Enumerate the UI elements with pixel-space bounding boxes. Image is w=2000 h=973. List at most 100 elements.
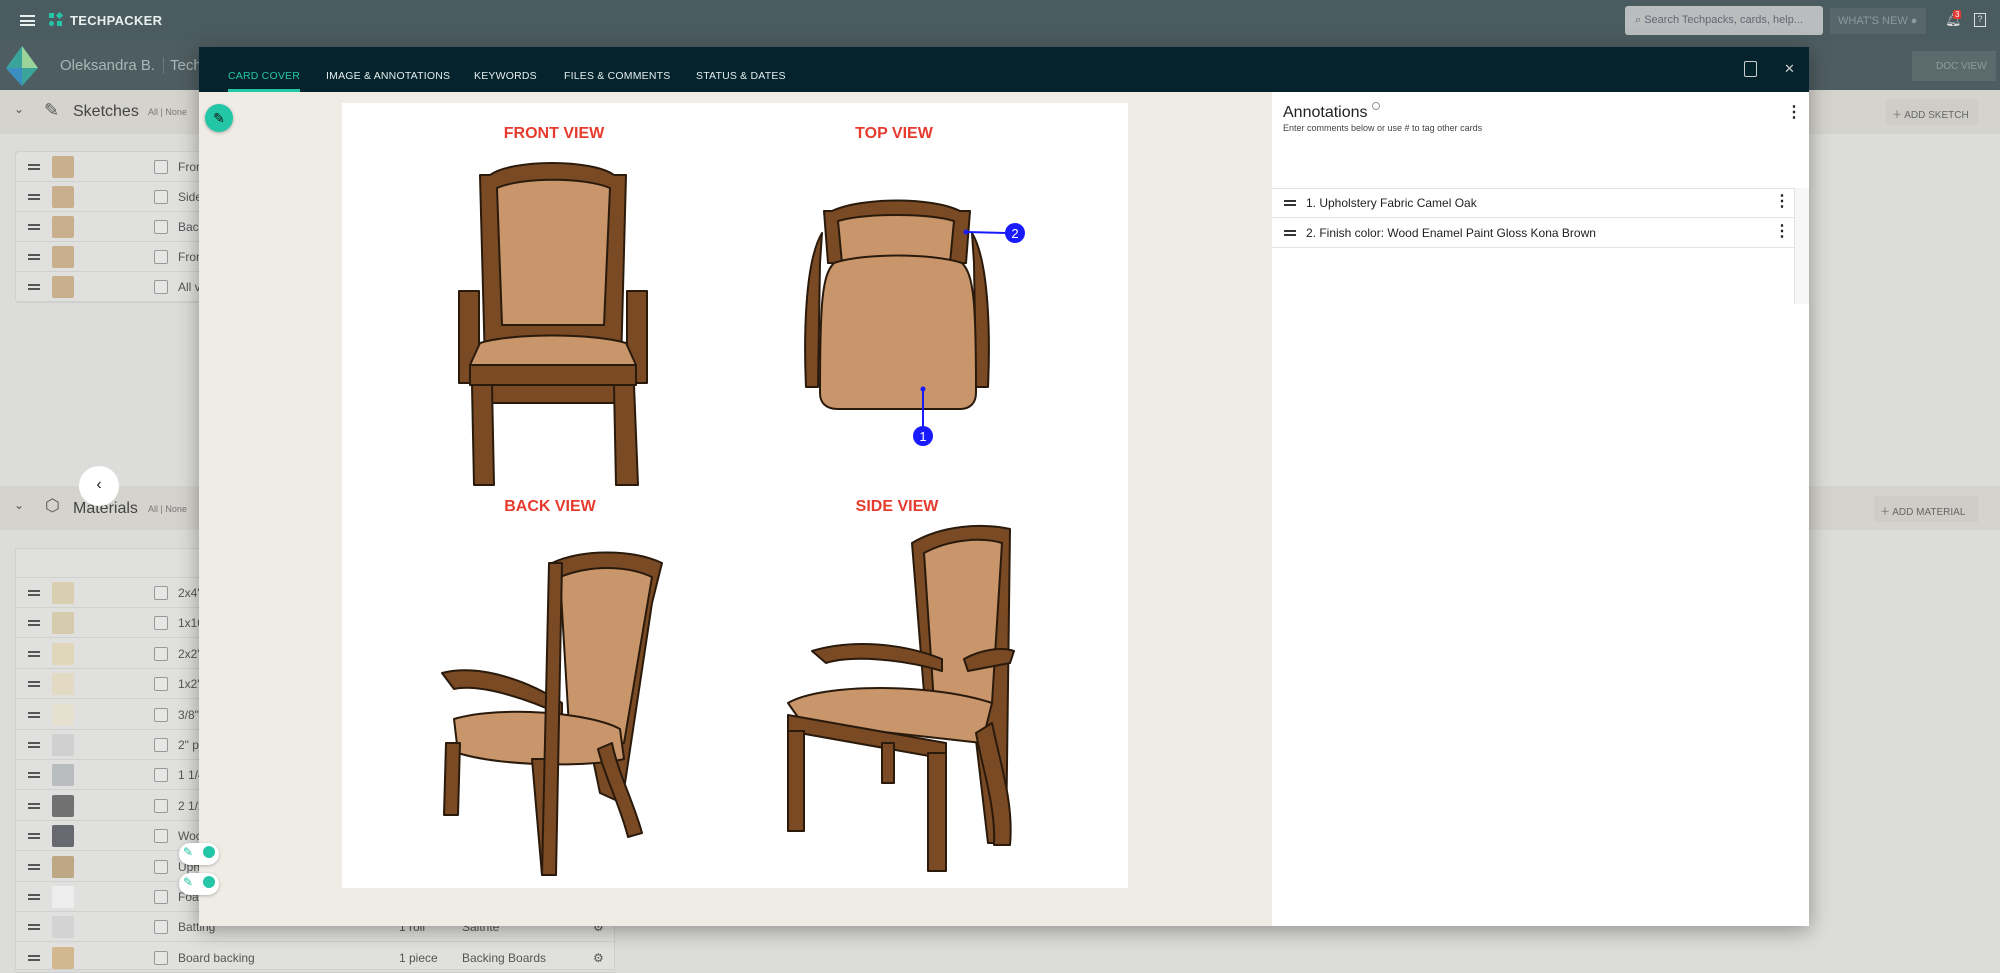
drag-handle-icon[interactable] [28,711,40,718]
tab-files-comments[interactable]: FILES & COMMENTS [564,47,670,92]
row-checkbox[interactable] [154,160,168,174]
menu-icon[interactable] [20,15,35,26]
back-view-chair [441,551,663,876]
collapse-panel-button[interactable]: ‹ [79,466,119,506]
whats-new-button[interactable]: WHAT'S NEW ● [1830,8,1926,34]
material-thumbnail [52,582,74,604]
settings-gear-icon[interactable]: ⚙ [593,951,604,965]
annotation-item[interactable]: 1. Upholstery Fabric Camel Oak ⋮ [1272,188,1794,218]
material-thumbnail [52,916,74,939]
edit-image-button[interactable]: ✎ [205,104,233,132]
annotations-panel: Annotations Enter comments below or use … [1272,92,1809,926]
row-checkbox[interactable] [154,950,168,965]
sketch-thumbnail [52,186,74,208]
row-checkbox[interactable] [154,890,168,904]
material-action-pill[interactable]: ✎ [179,873,219,895]
add-sketch-button[interactable]: ＋ ADD SKETCH [1886,99,1978,125]
row-checkbox[interactable] [154,250,168,264]
drag-handle-icon[interactable] [28,802,40,809]
add-material-button[interactable]: ＋ ADD MATERIAL [1874,496,1978,522]
notification-badge: 3 [1953,10,1962,19]
drag-handle-icon[interactable] [28,164,40,170]
row-checkbox[interactable] [154,646,168,661]
select-all-link[interactable]: All [148,504,158,514]
top-view-label: TOP VIEW [855,125,934,142]
annotations-subtitle: Enter comments below or use # to tag oth… [1283,123,1483,133]
tab-image-annotations[interactable]: IMAGE & ANNOTATIONS [326,47,450,92]
select-none-link[interactable]: None [165,504,187,514]
info-icon[interactable] [1372,102,1380,110]
row-checkbox[interactable] [154,829,168,844]
row-checkbox[interactable] [154,677,168,692]
row-checkbox[interactable] [154,280,168,294]
material-thumbnail [52,764,74,787]
doc-view-button[interactable]: DOC VIEW [1912,51,1996,81]
drag-handle-icon[interactable] [28,254,40,260]
tablet-view-icon[interactable] [1744,61,1757,77]
drag-handle-icon[interactable] [28,284,40,290]
material-thumbnail [52,855,74,878]
row-checkbox[interactable] [154,859,168,874]
drag-handle-icon[interactable] [28,894,40,900]
card-image[interactable]: FRONT VIEW TOP VIEW BACK VIEW SIDE VIEW … [342,103,1128,888]
magic-pencil-icon[interactable]: ✎ [183,875,193,889]
row-checkbox[interactable] [154,707,168,722]
side-view-chair [787,525,1015,872]
row-checkbox[interactable] [154,738,168,752]
help-icon[interactable]: ? [1974,13,1986,27]
drag-handle-icon[interactable] [28,863,40,870]
drag-handle-icon[interactable] [28,620,40,627]
drag-handle-icon[interactable] [28,772,40,779]
drag-handle-icon[interactable] [28,681,40,688]
magic-pencil-icon[interactable]: ✎ [183,845,193,859]
row-checkbox[interactable] [154,768,168,783]
select-all-link[interactable]: All [148,107,158,117]
pencil-icon: ✎ [44,100,60,120]
scrollbar[interactable] [1794,188,1809,304]
sketch-row[interactable]: Fron [16,242,216,272]
drag-handle-icon[interactable] [1284,230,1296,236]
material-row[interactable]: Board backing 1 piece Backing Boards ⚙ [16,943,616,973]
drag-handle-icon[interactable] [28,224,40,230]
drag-handle-icon[interactable] [28,954,40,961]
box-icon: ⬡ [45,496,60,515]
drag-handle-icon[interactable] [28,833,40,840]
drag-handle-icon[interactable] [1284,200,1296,206]
panel-more-icon[interactable]: ⋮ [1786,105,1802,121]
drag-handle-icon[interactable] [28,194,40,200]
annotation-more-icon[interactable]: ⋮ [1774,224,1790,240]
drag-handle-icon[interactable] [28,742,40,748]
search-input[interactable]: ⌕ Search Techpacks, cards, help... [1625,6,1823,35]
close-icon[interactable]: ✕ [1784,61,1795,77]
material-thumbnail [52,734,74,756]
collapse-chevron-icon[interactable]: ⌄ [14,498,24,512]
material-thumbnail [52,794,74,817]
annotation-more-icon[interactable]: ⋮ [1774,194,1790,210]
row-checkbox[interactable] [154,586,168,600]
add-pin-icon[interactable] [203,846,215,858]
collapse-chevron-icon[interactable]: ⌄ [14,102,24,116]
logo-icon [49,11,64,27]
material-action-pill[interactable]: ✎ [179,843,219,865]
top-view-chair [804,199,990,410]
drag-handle-icon[interactable] [28,650,40,657]
modal-tabs: CARD COVER IMAGE & ANNOTATIONS KEYWORDS FIL… [199,47,1809,92]
sketch-row[interactable]: All v [16,272,216,302]
front-view-chair [458,162,648,486]
row-checkbox[interactable] [154,920,168,935]
row-checkbox[interactable] [154,190,168,204]
sketch-row[interactable]: Bac [16,212,216,242]
sketch-row[interactable]: Fron [16,152,216,182]
tab-keywords[interactable]: KEYWORDS [474,47,537,92]
tab-card-cover[interactable]: CARD COVER [228,47,301,92]
annotation-item[interactable]: 2. Finish color: Wood Enamel Paint Gloss… [1272,218,1794,248]
drag-handle-icon[interactable] [28,924,40,931]
add-pin-icon[interactable] [203,876,215,888]
tab-status-dates[interactable]: STATUS & DATES [696,47,786,92]
drag-handle-icon[interactable] [28,590,40,596]
row-checkbox[interactable] [154,220,168,234]
select-none-link[interactable]: None [165,107,187,117]
sketch-row[interactable]: Side [16,182,216,212]
row-checkbox[interactable] [154,616,168,631]
row-checkbox[interactable] [154,798,168,813]
